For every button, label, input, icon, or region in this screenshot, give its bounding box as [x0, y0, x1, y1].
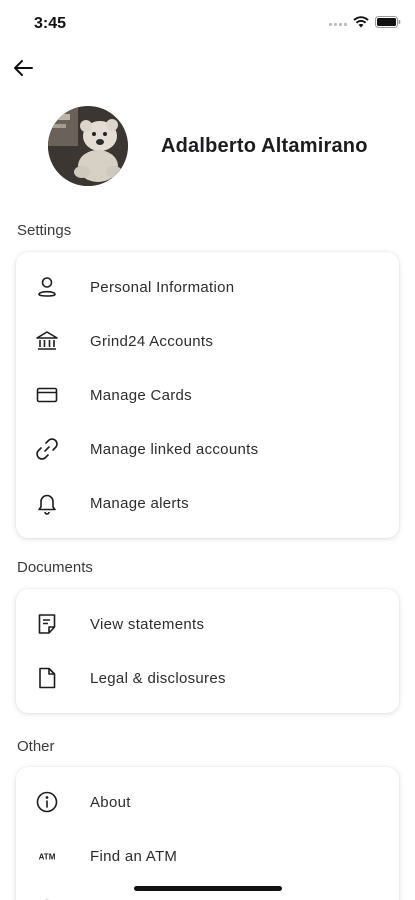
other-item-find-an-atm[interactable]: ATM Find an ATM [16, 829, 399, 883]
documents-item-label: Legal & disclosures [90, 669, 226, 687]
arrow-left-icon [14, 60, 33, 76]
other-card: About ATM Find an ATM [16, 767, 399, 900]
settings-item-personal-information[interactable]: Personal Information [16, 260, 399, 314]
settings-item-grind24-accounts[interactable]: Grind24 Accounts [16, 314, 399, 368]
settings-item-manage-alerts[interactable]: Manage alerts [16, 476, 399, 530]
back-button[interactable] [10, 56, 36, 80]
cellular-signal-icon [329, 18, 347, 26]
atm-icon-text: ATM [39, 853, 56, 862]
other-item-about[interactable]: About [16, 775, 399, 829]
document-icon [34, 665, 60, 691]
atm-icon: ATM [34, 843, 60, 869]
wifi-icon [353, 16, 369, 28]
other-item-label: Find an ATM [90, 847, 178, 865]
settings-item-label: Manage Cards [90, 386, 192, 404]
section-title-documents: Documents [17, 559, 93, 576]
documents-item-legal-disclosures[interactable]: Legal & disclosures [16, 651, 399, 705]
profile-header: Adalberto Altamirano [48, 106, 368, 186]
bank-icon [34, 328, 60, 354]
bell-icon [34, 490, 60, 516]
battery-icon [375, 16, 401, 28]
avatar[interactable] [48, 106, 128, 186]
avatar-image [48, 106, 128, 186]
settings-card: Personal Information Grind24 Accounts Ma… [16, 252, 399, 538]
documents-item-view-statements[interactable]: View statements [16, 597, 399, 651]
settings-item-label: Manage linked accounts [90, 440, 259, 458]
settings-item-manage-linked-accounts[interactable]: Manage linked accounts [16, 422, 399, 476]
info-icon [34, 789, 60, 815]
link-icon [34, 436, 60, 462]
status-bar: 3:45 [0, 0, 415, 50]
statement-icon [34, 611, 60, 637]
settings-item-manage-cards[interactable]: Manage Cards [16, 368, 399, 422]
settings-item-label: Grind24 Accounts [90, 332, 214, 350]
settings-item-label: Manage alerts [90, 494, 189, 512]
documents-item-label: View statements [90, 615, 205, 633]
status-icons [329, 16, 401, 28]
section-title-other: Other [17, 738, 55, 755]
person-icon [34, 274, 60, 300]
documents-card: View statements Legal & disclosures [16, 589, 399, 713]
settings-item-label: Personal Information [90, 278, 235, 296]
profile-name: Adalberto Altamirano [161, 134, 368, 157]
other-item-label: About [90, 793, 131, 811]
status-time: 3:45 [34, 15, 67, 32]
card-icon [34, 382, 60, 408]
home-indicator [134, 886, 282, 891]
section-title-settings: Settings [17, 222, 72, 239]
